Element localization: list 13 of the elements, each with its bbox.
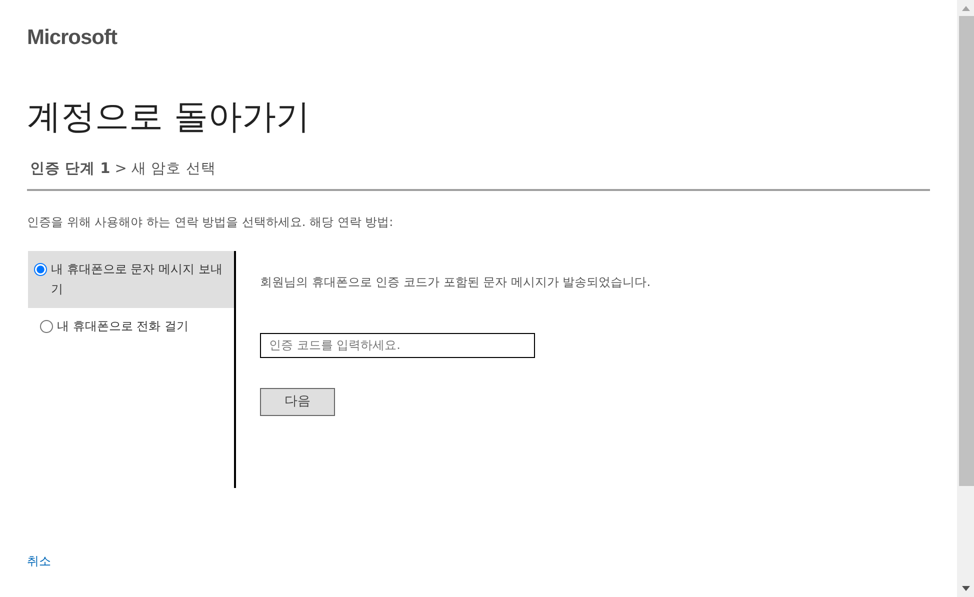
- breadcrumb: 인증 단계 1 > 새 암호 선택: [30, 160, 216, 180]
- logo: Microsoft: [27, 26, 117, 50]
- contact-method-option[interactable]: 내 휴대폰으로 문자 메시지 보내기: [28, 250, 234, 308]
- radio-button[interactable]: [40, 320, 53, 333]
- contact-method-option[interactable]: 내 휴대폰으로 전화 걸기: [28, 308, 234, 344]
- message-text: 회원님의 휴대폰으로 인증 코드가 포함된 문자 메시지가 발송되었습니다.: [260, 274, 651, 291]
- next-button[interactable]: 다음: [260, 388, 335, 416]
- instruction-text: 인증을 위해 사용해야 하는 연락 방법을 선택하세요. 해당 연락 방법:: [27, 214, 394, 231]
- page-title: 계정으로 돌아가기: [27, 96, 310, 139]
- radio-button[interactable]: [34, 262, 47, 276]
- scrollbar[interactable]: [957, 0, 974, 597]
- cancel-link[interactable]: 취소: [27, 552, 51, 570]
- code-input-field[interactable]: 인증 코드를 입력하세요.: [260, 332, 535, 358]
